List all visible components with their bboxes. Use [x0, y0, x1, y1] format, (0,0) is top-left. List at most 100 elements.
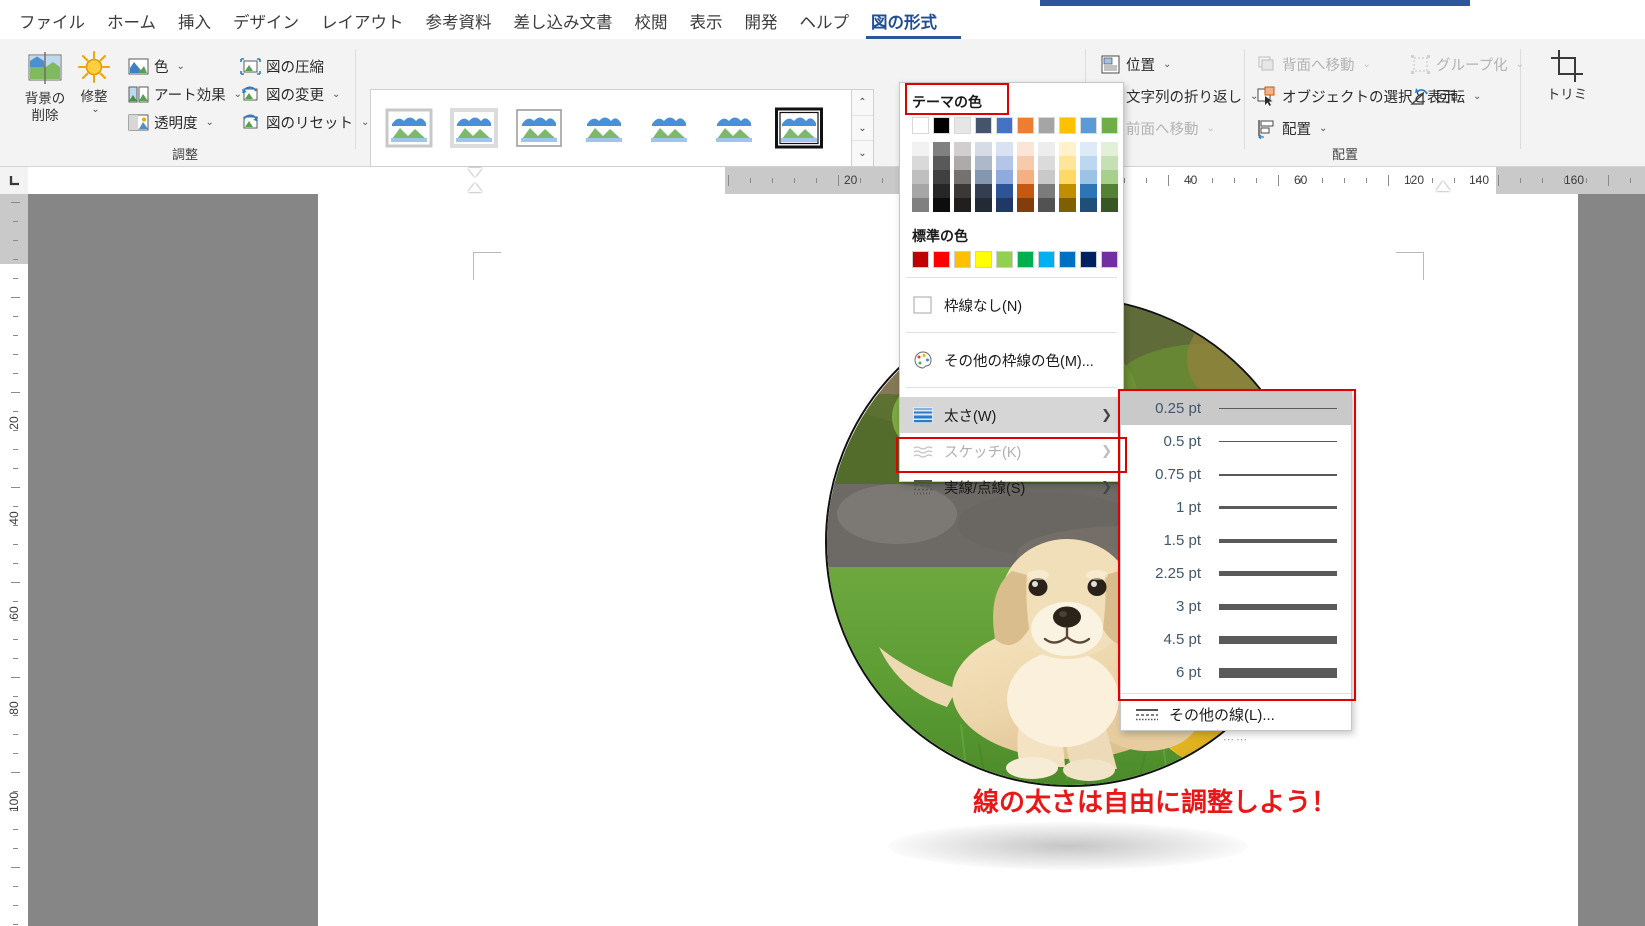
theme-colors-base-row[interactable] [900, 117, 1123, 134]
theme-color-column-6[interactable] [1038, 142, 1055, 212]
theme-color-variant-1-1[interactable] [933, 156, 950, 170]
theme-color-variant-0-0[interactable] [912, 142, 929, 156]
theme-color-variant-1-0[interactable] [933, 142, 950, 156]
theme-color-variant-4-2[interactable] [996, 170, 1013, 184]
theme-color-variant-9-4[interactable] [1101, 198, 1118, 212]
standard-color-swatch-9[interactable] [1101, 251, 1118, 268]
picture-style-thumb-1[interactable] [450, 106, 498, 150]
rotate-button[interactable]: 回転 ⌄ [1410, 83, 1481, 109]
ribbon-tab-6[interactable]: 差し込み文書 [503, 9, 624, 37]
indent-marker[interactable] [468, 168, 482, 177]
ribbon-tab-bar[interactable]: ファイル ホーム 挿入 デザイン レイアウト 参考資料 差し込み文書 校閲 表示 開発 ヘルプ 図の形… [0, 6, 1645, 39]
theme-color-variant-6-1[interactable] [1038, 156, 1055, 170]
vertical-ruler[interactable]: 20 40 60 80 100 [0, 194, 28, 926]
theme-color-variant-7-2[interactable] [1059, 170, 1076, 184]
chevron-down-icon[interactable]: ⌄ [1163, 59, 1171, 70]
theme-color-variant-7-1[interactable] [1059, 156, 1076, 170]
chevron-down-icon[interactable]: ⌄ [63, 104, 128, 115]
change-picture-button[interactable]: 図の変更 ⌄ [240, 81, 340, 107]
theme-color-column-9[interactable] [1101, 142, 1118, 212]
theme-color-variant-8-2[interactable] [1080, 170, 1097, 184]
gallery-scroll-down-button[interactable]: ⌄ [852, 116, 873, 142]
ribbon-tab-4[interactable]: レイアウト [310, 9, 415, 37]
theme-color-variant-2-2[interactable] [954, 170, 971, 184]
picture-styles-gallery[interactable] [370, 89, 852, 167]
line-weight-item-4[interactable]: 1.5 pt [1121, 524, 1351, 557]
theme-color-variant-2-4[interactable] [954, 198, 971, 212]
position-button[interactable]: 位置 ⌄ [1100, 51, 1171, 77]
theme-color-variant-1-3[interactable] [933, 184, 950, 198]
ribbon-tab-7[interactable]: 校閲 [624, 9, 679, 37]
ribbon-tab-10[interactable]: ヘルプ [789, 9, 861, 37]
theme-color-variant-0-4[interactable] [912, 198, 929, 212]
standard-color-swatch-2[interactable] [954, 251, 971, 268]
picture-style-thumb-0[interactable] [385, 106, 433, 150]
standard-color-swatch-0[interactable] [912, 251, 929, 268]
chevron-down-icon[interactable]: ⌄ [1319, 123, 1327, 134]
standard-colors-row[interactable] [900, 251, 1123, 268]
chevron-down-icon[interactable]: ⌄ [206, 117, 214, 128]
theme-color-variant-4-0[interactable] [996, 142, 1013, 156]
align-button[interactable]: 配置 ⌄ [1256, 115, 1327, 141]
horizontal-ruler[interactable]: 20204060120140160 [28, 167, 1645, 194]
group-button[interactable]: グループ化 ⌄ [1410, 51, 1524, 77]
border-menu-item-more_outline_colors[interactable]: その他の枠線の色(M)... [900, 342, 1123, 378]
theme-color-variant-2-0[interactable] [954, 142, 971, 156]
theme-color-variant-5-4[interactable] [1017, 198, 1034, 212]
standard-color-swatch-3[interactable] [975, 251, 992, 268]
theme-color-variant-0-2[interactable] [912, 170, 929, 184]
theme-color-column-3[interactable] [975, 142, 992, 212]
corrections-button[interactable]: 修整 ⌄ [60, 49, 128, 115]
theme-colors-variants-grid[interactable] [900, 142, 1123, 212]
theme-color-swatch-4[interactable] [996, 117, 1013, 134]
theme-color-variant-4-3[interactable] [996, 184, 1013, 198]
chevron-down-icon[interactable]: ⌄ [1363, 59, 1371, 70]
standard-color-swatch-4[interactable] [996, 251, 1013, 268]
tab-stop-selector[interactable] [0, 167, 28, 194]
gallery-scroll-up-button[interactable]: ⌃ [852, 90, 873, 116]
ribbon-tab-1[interactable]: ホーム [96, 9, 167, 37]
gallery-more-button[interactable]: ⌄ [852, 141, 873, 166]
chevron-down-icon[interactable]: ⌄ [361, 117, 369, 128]
theme-color-variant-6-2[interactable] [1038, 170, 1055, 184]
transparency-button[interactable]: 透明度 ⌄ [128, 109, 214, 135]
border-menu-item-list[interactable]: 枠線なし(N) その他の枠線の色(M)... 太さ(W) ❯ スケッチ(K) ❯ 実線/点線… [900, 287, 1123, 505]
theme-color-variant-4-1[interactable] [996, 156, 1013, 170]
theme-color-swatch-6[interactable] [1038, 117, 1055, 134]
right-indent-marker[interactable] [1436, 181, 1450, 191]
theme-color-swatch-1[interactable] [933, 117, 950, 134]
crop-button[interactable]: トリミ [1535, 49, 1599, 103]
theme-color-variant-5-0[interactable] [1017, 142, 1034, 156]
ribbon-tab-2[interactable]: 挿入 [167, 9, 222, 37]
picture-border-dropdown[interactable]: テーマの色 標準の色 枠線なし(N) その他の枠線の色(M)... 太さ(W) ❯ スケ… [899, 82, 1124, 497]
border-menu-item-weight[interactable]: 太さ(W) ❯ [900, 397, 1123, 433]
theme-color-variant-9-3[interactable] [1101, 184, 1118, 198]
theme-color-variant-8-0[interactable] [1080, 142, 1097, 156]
chevron-down-icon[interactable]: ⌄ [177, 61, 185, 72]
picture-style-thumb-4[interactable] [645, 106, 693, 150]
ribbon-tab-8[interactable]: 表示 [679, 9, 734, 37]
theme-color-column-7[interactable] [1059, 142, 1076, 212]
theme-color-variant-5-2[interactable] [1017, 170, 1034, 184]
theme-color-variant-8-3[interactable] [1080, 184, 1097, 198]
theme-color-variant-9-2[interactable] [1101, 170, 1118, 184]
standard-color-swatch-5[interactable] [1017, 251, 1034, 268]
theme-color-variant-0-1[interactable] [912, 156, 929, 170]
theme-color-variant-6-4[interactable] [1038, 198, 1055, 212]
theme-color-variant-2-1[interactable] [954, 156, 971, 170]
standard-color-swatch-8[interactable] [1080, 251, 1097, 268]
theme-color-variant-5-3[interactable] [1017, 184, 1034, 198]
line-weight-item-0[interactable]: 0.25 pt [1121, 392, 1351, 425]
chevron-down-icon[interactable]: ⌄ [1473, 91, 1481, 102]
submenu-grip[interactable]: ⋯⋯ [1121, 733, 1351, 746]
theme-color-variant-0-3[interactable] [912, 184, 929, 198]
line-weight-list[interactable]: 0.25 pt 0.5 pt 0.75 pt 1 pt 1.5 pt 2.25 pt 3 p… [1121, 392, 1351, 689]
theme-color-variant-3-4[interactable] [975, 198, 992, 212]
chevron-down-icon[interactable]: ⌄ [332, 89, 340, 100]
chevron-down-icon[interactable]: ⌄ [1516, 59, 1524, 70]
theme-color-variant-7-0[interactable] [1059, 142, 1076, 156]
ribbon-tab-0[interactable]: ファイル [8, 9, 96, 37]
picture-style-thumb-5[interactable] [710, 106, 758, 150]
theme-color-swatch-2[interactable] [954, 117, 971, 134]
theme-color-variant-7-4[interactable] [1059, 198, 1076, 212]
